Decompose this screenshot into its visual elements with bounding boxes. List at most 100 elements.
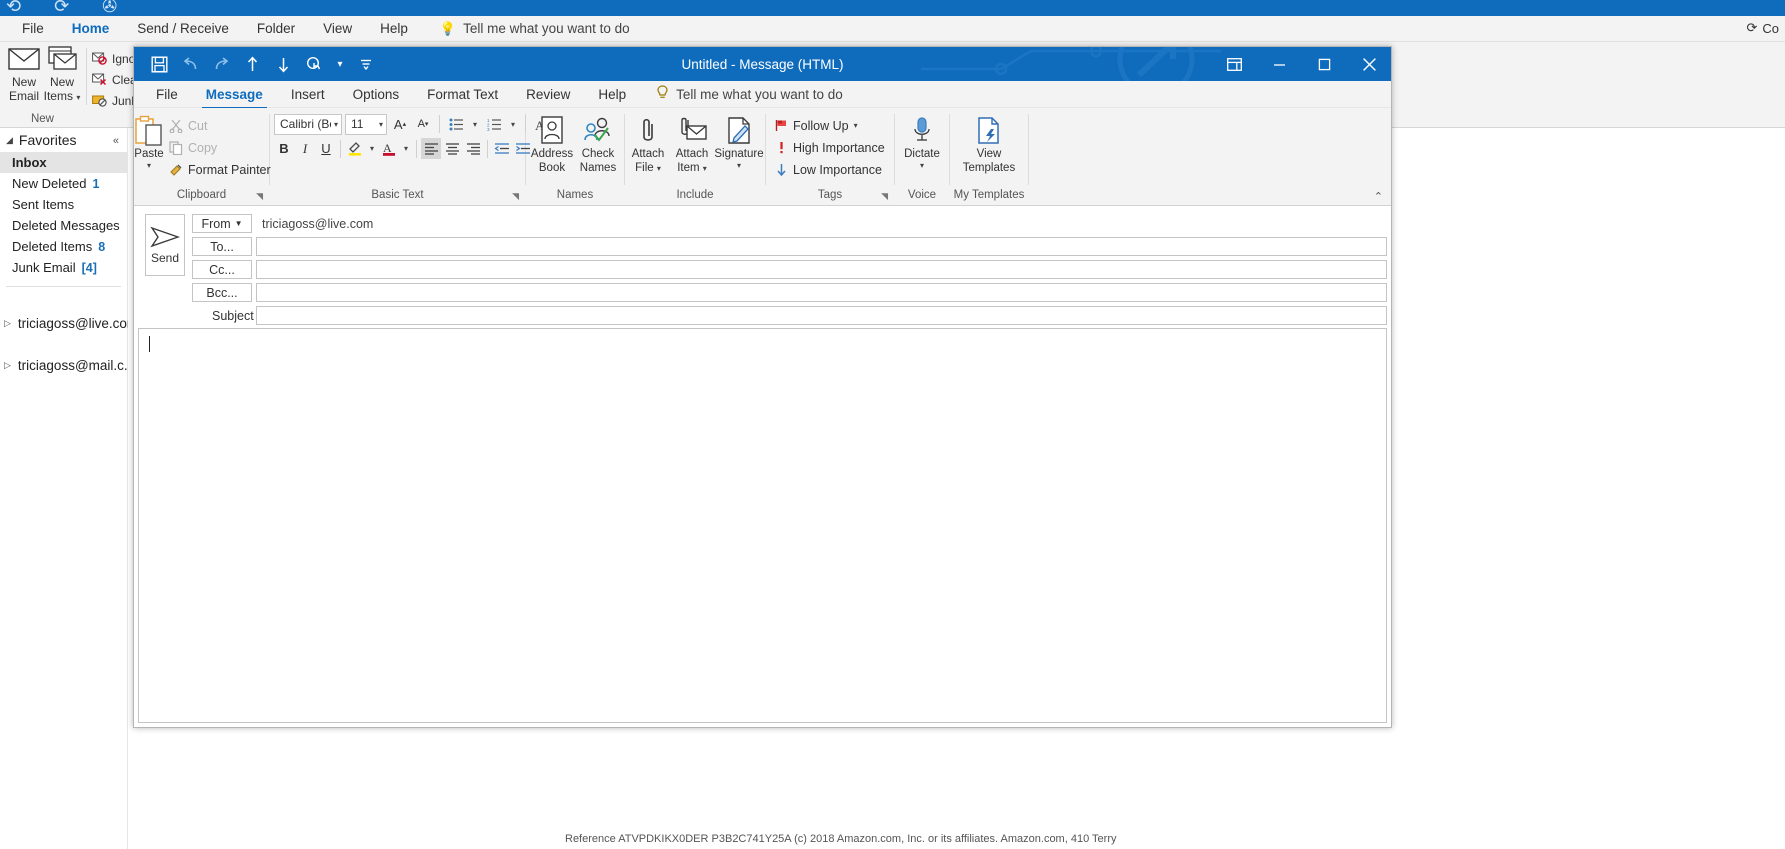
chevron-down-icon[interactable]: ▾ bbox=[737, 161, 741, 171]
dialog-launcher-icon[interactable]: ◥ bbox=[881, 188, 888, 204]
font-size-select[interactable]: 11 ▾ bbox=[345, 113, 387, 135]
low-importance-button[interactable]: Low Importance bbox=[770, 159, 890, 180]
message-body-editor[interactable] bbox=[138, 328, 1387, 723]
chevron-down-icon[interactable]: ▾ bbox=[147, 161, 151, 171]
send-button[interactable]: Send bbox=[145, 214, 185, 276]
save-icon[interactable] bbox=[144, 49, 175, 79]
chevron-down-icon[interactable]: ▾ bbox=[920, 161, 924, 171]
high-importance-button[interactable]: High Importance bbox=[770, 137, 890, 158]
shrink-font-button[interactable]: A ▾ bbox=[413, 114, 433, 135]
outlook-ribbon-tabs[interactable]: File Home Send / Receive Folder View Hel… bbox=[0, 16, 1785, 44]
junk-button[interactable]: Junk bbox=[92, 90, 137, 111]
bcc-input[interactable] bbox=[256, 283, 1387, 302]
text-highlight-button[interactable] bbox=[345, 138, 365, 159]
address-book-button[interactable]: Address Book bbox=[529, 113, 575, 174]
to-input[interactable] bbox=[256, 237, 1387, 256]
compose-window-controls[interactable] bbox=[1212, 47, 1391, 81]
tab-home[interactable]: Home bbox=[58, 17, 124, 44]
attach-file-button[interactable]: Attach File ▾ bbox=[626, 113, 670, 174]
sidebar-item-deleted-items[interactable]: Deleted Items 8 bbox=[0, 236, 127, 257]
tab-review[interactable]: Review bbox=[512, 84, 584, 105]
font-name-select[interactable]: Calibri (Bod ▾ bbox=[274, 113, 342, 135]
sidebar-account-live[interactable]: ▷ triciagoss@live.com bbox=[0, 311, 138, 335]
align-left-button[interactable] bbox=[421, 138, 441, 159]
sidebar-item-new-deleted[interactable]: New Deleted 1 bbox=[0, 173, 127, 194]
from-value[interactable]: triciagoss@live.com bbox=[256, 217, 1387, 231]
new-email-button[interactable]: New Email bbox=[4, 46, 44, 103]
next-item-icon[interactable] bbox=[268, 49, 299, 79]
customize-toolbar-icon[interactable] bbox=[356, 49, 376, 79]
attach-item-button[interactable]: Attach Item ▾ bbox=[670, 113, 714, 174]
font-color-button[interactable]: A bbox=[379, 138, 399, 159]
cc-button[interactable]: Cc... bbox=[192, 260, 252, 279]
tab-send-receive[interactable]: Send / Receive bbox=[123, 17, 243, 40]
compose-tell-me-search[interactable]: Tell me what you want to do bbox=[640, 85, 843, 103]
tab-file[interactable]: File bbox=[8, 17, 58, 40]
bold-button[interactable]: B bbox=[274, 138, 294, 159]
previous-item-icon[interactable] bbox=[237, 49, 268, 79]
font-color-dropdown[interactable]: ▾ bbox=[400, 138, 412, 159]
numbering-dropdown[interactable]: ▾ bbox=[507, 114, 519, 135]
sidebar-item-junk-email[interactable]: Junk Email [4] bbox=[0, 257, 127, 278]
tab-message[interactable]: Message bbox=[192, 84, 277, 109]
format-painter-button[interactable]: Format Painter bbox=[164, 159, 276, 180]
dialog-launcher-icon[interactable]: ◥ bbox=[512, 188, 519, 204]
signature-button[interactable]: Signature ▾ bbox=[714, 113, 764, 170]
sidebar-item-sent-items[interactable]: Sent Items bbox=[0, 194, 127, 215]
tab-options[interactable]: Options bbox=[339, 84, 414, 105]
clean-up-button[interactable]: Clea bbox=[92, 69, 137, 90]
outlook-quick-access-toolbar[interactable]: ⟲ ⟳ ✇ bbox=[6, 0, 131, 17]
bullets-button[interactable] bbox=[446, 114, 466, 135]
tab-format-text[interactable]: Format Text bbox=[413, 84, 512, 105]
new-items-button[interactable]: New Items ▾ bbox=[42, 46, 82, 103]
ignore-button[interactable]: Igno bbox=[92, 48, 137, 69]
copy-button[interactable]: Copy bbox=[164, 137, 276, 158]
minimize-icon[interactable] bbox=[1257, 47, 1302, 81]
bullets-dropdown[interactable]: ▾ bbox=[469, 114, 481, 135]
cut-button[interactable]: Cut bbox=[164, 115, 276, 136]
compose-ribbon-tabs[interactable]: File Message Insert Options Format Text … bbox=[134, 81, 1391, 109]
numbering-button[interactable]: 123 bbox=[484, 114, 504, 135]
tell-me-label: Tell me what you want to do bbox=[676, 86, 843, 102]
follow-up-button[interactable]: Follow Up ▾ bbox=[770, 115, 890, 136]
sidebar-item-deleted-messages[interactable]: Deleted Messages bbox=[0, 215, 127, 236]
subject-input[interactable] bbox=[256, 306, 1387, 325]
check-names-icon bbox=[583, 115, 613, 147]
maximize-icon[interactable] bbox=[1302, 47, 1347, 81]
collapse-ribbon-icon[interactable]: ⌃ bbox=[1374, 190, 1383, 203]
undo-icon[interactable] bbox=[175, 49, 206, 79]
cc-input[interactable] bbox=[256, 260, 1387, 279]
underline-button[interactable]: U bbox=[316, 138, 336, 159]
to-button[interactable]: To... bbox=[192, 237, 252, 256]
italic-button[interactable]: I bbox=[295, 138, 315, 159]
grow-font-button[interactable]: A ▴ bbox=[390, 114, 410, 135]
favorites-header[interactable]: ◢ Favorites « bbox=[0, 128, 127, 152]
sidebar-item-inbox[interactable]: Inbox bbox=[0, 152, 127, 173]
dialog-launcher-icon[interactable]: ◥ bbox=[256, 188, 263, 204]
bcc-button[interactable]: Bcc... bbox=[192, 283, 252, 302]
check-names-button[interactable]: Check Names bbox=[575, 113, 621, 174]
tab-help[interactable]: Help bbox=[366, 17, 422, 40]
decrease-indent-button[interactable] bbox=[492, 138, 512, 159]
ribbon-display-options-icon[interactable] bbox=[1212, 47, 1257, 81]
outlook-tell-me-search[interactable]: 💡 Tell me what you want to do bbox=[422, 21, 630, 37]
from-button[interactable]: From ▼ bbox=[192, 214, 252, 233]
tab-folder[interactable]: Folder bbox=[243, 17, 309, 40]
close-icon[interactable] bbox=[1347, 47, 1391, 81]
align-center-button[interactable] bbox=[442, 138, 462, 159]
tab-help[interactable]: Help bbox=[584, 84, 640, 105]
compose-quick-access-toolbar[interactable]: ▾ bbox=[134, 49, 376, 79]
tab-view[interactable]: View bbox=[309, 17, 366, 40]
paste-button[interactable]: Paste ▾ bbox=[134, 113, 164, 170]
view-templates-button[interactable]: View Templates bbox=[956, 113, 1022, 174]
collapse-pane-icon[interactable]: « bbox=[113, 135, 119, 147]
highlight-dropdown[interactable]: ▾ bbox=[366, 138, 378, 159]
sidebar-account-mail[interactable]: ▷ triciagoss@mail.c... bbox=[0, 353, 135, 377]
tab-insert[interactable]: Insert bbox=[277, 84, 339, 105]
chevron-down-icon[interactable]: ▾ bbox=[330, 49, 350, 79]
touch-mode-icon[interactable] bbox=[299, 49, 330, 79]
redo-icon[interactable] bbox=[206, 49, 237, 79]
tab-file[interactable]: File bbox=[142, 84, 192, 105]
dictate-button[interactable]: Dictate ▾ bbox=[898, 113, 946, 170]
align-right-button[interactable] bbox=[463, 138, 483, 159]
